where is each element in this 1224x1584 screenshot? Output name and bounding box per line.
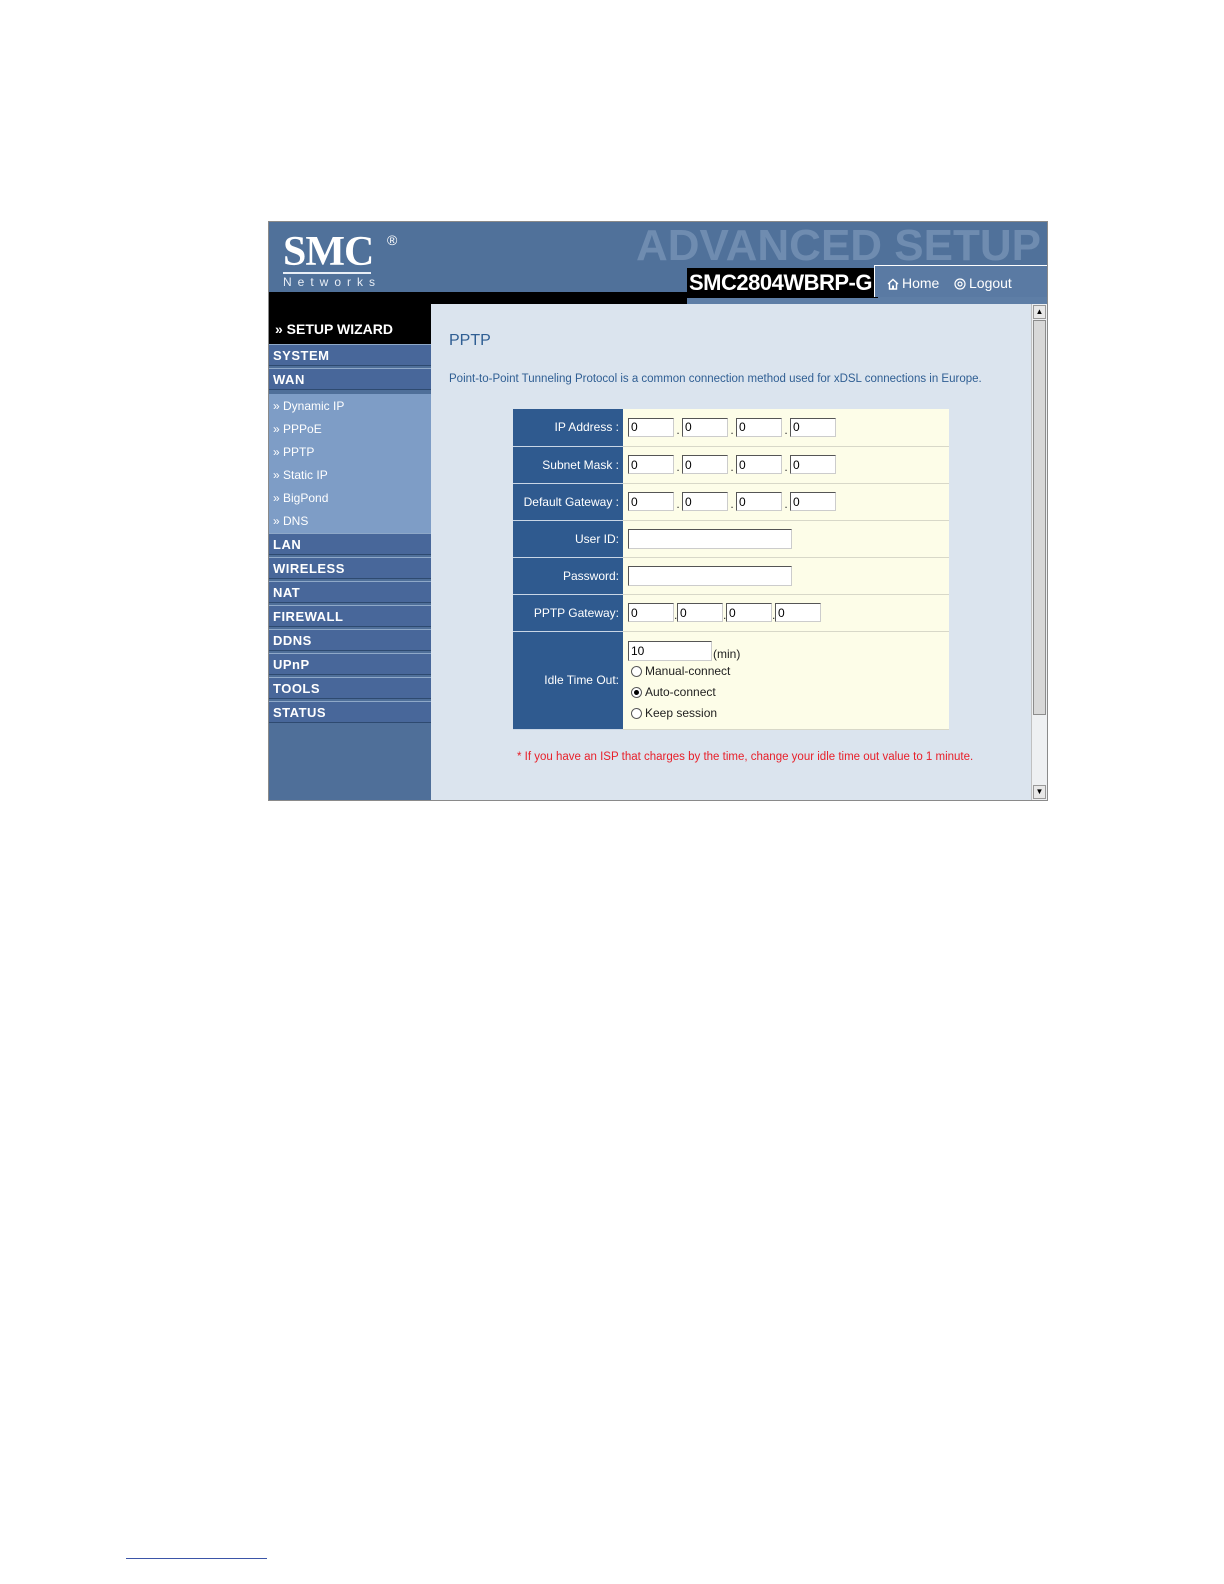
browser-frame: SMC ® Networks ADVANCED SETUP SMC2804WBR… [268,221,1048,801]
scroll-up-arrow-icon[interactable]: ▲ [1033,305,1046,319]
radio-keep-session-label: Keep session [645,706,718,720]
ip-address-octet-3[interactable] [736,417,782,437]
scrollbar-thumb[interactable] [1033,320,1046,715]
home-label: Home [902,275,940,291]
ip-address-octet-2[interactable] [682,417,728,437]
idle-time-unit: (min) [713,646,741,661]
subnet-mask-octet-3[interactable] [736,455,782,474]
form-row-ip-address: IP Address : ... [513,409,949,447]
submenu-pptp[interactable]: » PPTP [273,445,314,459]
pptp-gateway-label: PPTP Gateway: [513,594,623,632]
top-nav: Home Logout [874,265,1047,297]
default-gateway-octet-2[interactable] [682,492,728,511]
form-row-password: Password: [513,557,949,595]
radio-keep-session-circle[interactable] [631,707,642,719]
sidebar-item-lan[interactable]: LAN [269,533,431,555]
page-title: PPTP [449,332,491,349]
smc-logo: SMC ® Networks [283,229,397,289]
logo-subtext: Networks [283,272,375,289]
subnet-mask-octet-1[interactable] [628,455,674,474]
logo-text: SMC [283,229,374,275]
page-description: Point-to-Point Tunneling Protocol is a c… [449,373,982,385]
radio-manual-connect-label: Manual-connect [645,664,731,678]
submenu-dynamic-ip[interactable]: » Dynamic IP [273,399,344,413]
radio-auto-connect[interactable]: Auto-connect [628,682,949,703]
sidebar-item-wan[interactable]: WAN [269,368,431,390]
setup-wizard-link[interactable]: » SETUP WIZARD [269,304,431,344]
idle-time-out-label: Idle Time Out: [513,631,623,730]
pptp-gateway-octet-3[interactable] [726,603,772,622]
form-row-idle-time-out: Idle Time Out: (min) Manual-connect Auto… [513,631,949,730]
sidebar-item-firewall[interactable]: FIREWALL [269,605,431,627]
vertical-scrollbar[interactable]: ▲ ▼ [1031,304,1047,800]
pptp-form: IP Address : ... Subnet Mask : ... Defau… [513,409,949,730]
idle-time-note: * If you have an ISP that charges by the… [517,751,974,763]
default-gateway-octet-3[interactable] [736,492,782,511]
form-row-subnet-mask: Subnet Mask : ... [513,446,949,484]
ip-address-label: IP Address : [513,409,623,447]
password-label: Password: [513,557,623,595]
model-name: SMC2804WBRP-G [687,268,878,298]
default-gateway-octet-1[interactable] [628,492,674,511]
form-row-pptp-gateway: PPTP Gateway: ... [513,594,949,632]
idle-time-input[interactable] [628,640,712,661]
radio-auto-connect-circle[interactable] [631,686,642,698]
footer-rule [126,1558,267,1559]
home-link[interactable]: Home [887,275,939,291]
default-gateway-octet-4[interactable] [790,492,836,511]
sidebar-item-status[interactable]: STATUS [269,701,431,723]
default-gateway-label: Default Gateway : [513,483,623,521]
sidebar-item-nat[interactable]: NAT [269,581,431,603]
power-icon [954,277,966,290]
user-id-input[interactable] [628,528,792,549]
main-content: PPTP Point-to-Point Tunneling Protocol i… [431,304,1031,800]
radio-manual-connect[interactable]: Manual-connect [628,661,949,682]
logout-link[interactable]: Logout [954,275,1012,291]
home-icon [887,277,899,290]
pptp-gateway-octet-2[interactable] [677,603,723,622]
pptp-gateway-octet-4[interactable] [775,603,821,622]
header-divider [269,292,687,304]
scroll-down-arrow-icon[interactable]: ▼ [1033,785,1046,799]
subnet-mask-label: Subnet Mask : [513,446,623,484]
submenu-pppoe[interactable]: » PPPoE [273,422,322,436]
ip-address-octet-1[interactable] [628,417,674,437]
sidebar: » SETUP WIZARD SYSTEM WAN » Dynamic IP »… [269,304,431,800]
radio-auto-connect-label: Auto-connect [645,685,716,699]
logo-registered-mark: ® [387,232,398,248]
logout-label: Logout [969,275,1012,291]
ip-address-octet-4[interactable] [790,417,836,437]
header: SMC ® Networks ADVANCED SETUP SMC2804WBR… [269,221,1047,298]
subnet-mask-octet-2[interactable] [682,455,728,474]
subnet-mask-octet-4[interactable] [790,455,836,474]
submenu-static-ip[interactable]: » Static IP [273,468,328,482]
password-input[interactable] [628,565,792,586]
radio-keep-session[interactable]: Keep session [628,703,949,724]
sidebar-item-upnp[interactable]: UPnP [269,653,431,675]
form-row-default-gateway: Default Gateway : ... [513,483,949,521]
sidebar-item-system[interactable]: SYSTEM [269,344,431,366]
submenu-bigpond[interactable]: » BigPond [273,491,328,505]
advanced-setup-banner: ADVANCED SETUP [635,221,1041,270]
submenu-dns[interactable]: » DNS [273,514,308,528]
form-row-user-id: User ID: [513,520,949,558]
sidebar-item-tools[interactable]: TOOLS [269,677,431,699]
sidebar-item-wireless[interactable]: WIRELESS [269,557,431,579]
user-id-label: User ID: [513,520,623,558]
sidebar-item-ddns[interactable]: DDNS [269,629,431,651]
radio-manual-connect-circle[interactable] [631,665,642,677]
pptp-gateway-octet-1[interactable] [628,603,674,622]
wan-submenu: » Dynamic IP » PPPoE » PPTP » Static IP … [269,394,431,533]
